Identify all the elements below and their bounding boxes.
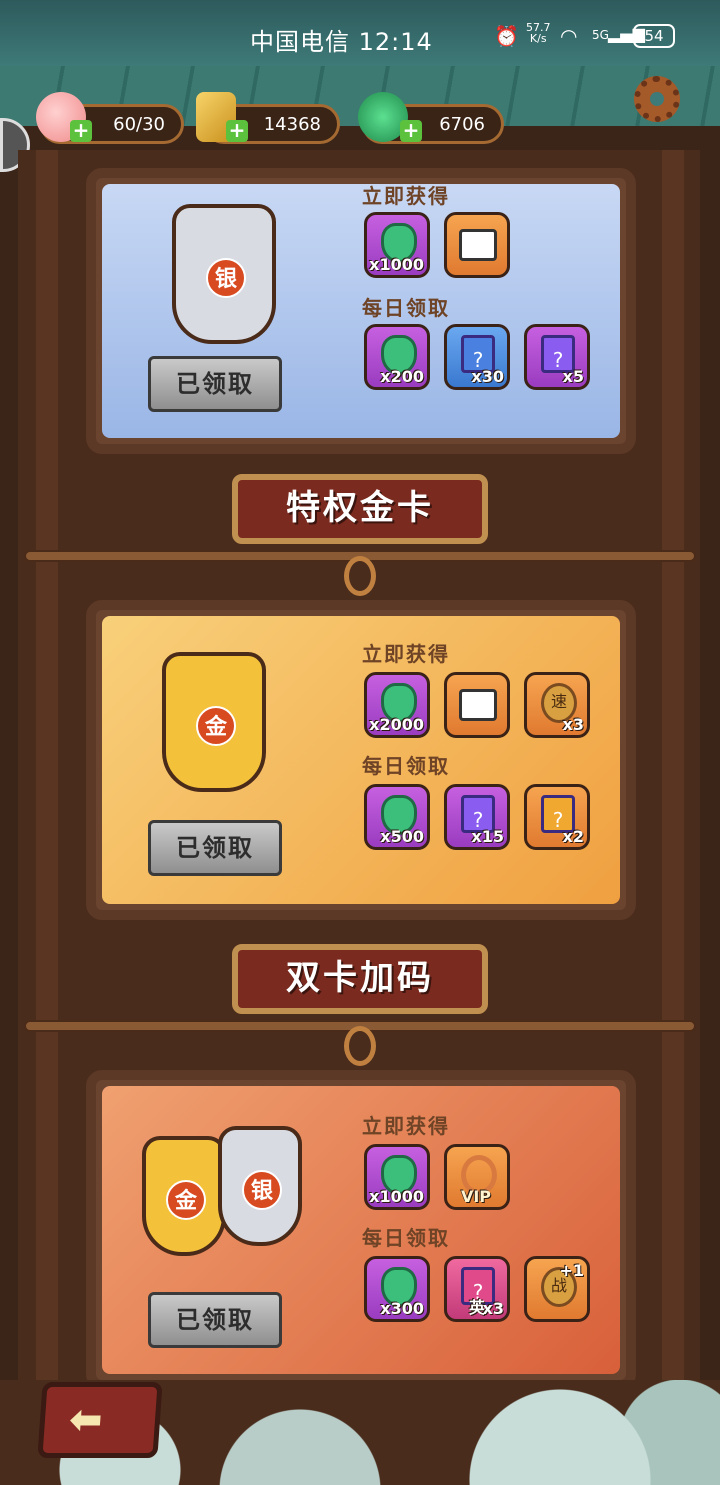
reward-jade-item[interactable]: x1000	[364, 1144, 430, 1210]
claimed-button[interactable]: 已领取	[148, 1292, 282, 1348]
banner-gold-card: 特权金卡	[232, 474, 488, 544]
daily-label: 每日领取	[362, 1226, 450, 1250]
daily-jade-item[interactable]: x500	[364, 784, 430, 850]
gold-tag-icon: 金	[162, 652, 266, 792]
silver-card-panel: 银 立即获得 x1000 每日领取 x200 ? x30 ? x5 已领取	[86, 168, 636, 454]
gold-card-panel: 金 立即获得 x2000 速 x3 每日领取 x500 ? x15 ? x2 已领取	[86, 600, 636, 920]
instant-label: 立即获得	[362, 642, 450, 666]
daily-hero-card-item[interactable]: ? 英 x3	[444, 1256, 510, 1322]
daily-jade-item[interactable]: x200	[364, 324, 430, 390]
battery-icon: 54	[633, 24, 675, 48]
silver-tag-icon: 银	[218, 1126, 302, 1246]
gold-tag-icon: 金	[142, 1136, 226, 1256]
daily-jade-item[interactable]: x300	[364, 1256, 430, 1322]
add-jade-button[interactable]: +	[400, 120, 422, 142]
claimed-button[interactable]: 已领取	[148, 356, 282, 412]
back-arrow-icon: ⬅	[67, 1397, 105, 1443]
double-card-panel: 金 银 立即获得 x1000 VIP 每日领取 x300 ? 英 x3 战 +1 已领…	[86, 1070, 636, 1390]
reward-vip-item[interactable]: VIP	[444, 1144, 510, 1210]
daily-battle-badge-item[interactable]: 战 +1	[524, 1256, 590, 1322]
instant-label: 立即获得	[362, 184, 450, 208]
claimed-button[interactable]: 已领取	[148, 820, 282, 876]
right-pillar	[662, 150, 684, 1450]
net-speed: 57.7 K/s	[526, 21, 551, 45]
add-stamina-button[interactable]: +	[70, 120, 92, 142]
alarm-icon: ⏰	[494, 24, 519, 48]
left-pillar	[36, 150, 58, 1450]
ring-hook	[344, 1026, 376, 1066]
add-gold-button[interactable]: +	[226, 120, 248, 142]
daily-gold-card-item[interactable]: ? x2	[524, 784, 590, 850]
daily-purple-card-item[interactable]: ? x15	[444, 784, 510, 850]
banner-double-card: 双卡加码	[232, 944, 488, 1014]
reward-speed-item[interactable]: 速 x3	[524, 672, 590, 738]
signal-label: 5G	[592, 28, 609, 42]
daily-purple-card-item[interactable]: ? x5	[524, 324, 590, 390]
instant-label: 立即获得	[362, 1114, 450, 1138]
reward-jade-item[interactable]: x1000	[364, 212, 430, 278]
settings-gear-icon[interactable]	[634, 76, 680, 122]
reward-ad-free-item[interactable]	[444, 212, 510, 278]
carrier-time: 中国电信 12:14	[250, 28, 433, 56]
ring-hook	[344, 556, 376, 596]
reward-ad-free-item[interactable]	[444, 672, 510, 738]
daily-blue-card-item[interactable]: ? x30	[444, 324, 510, 390]
back-button[interactable]: ⬅	[37, 1382, 163, 1458]
silver-tag-icon: 银	[172, 204, 276, 344]
reward-jade-item[interactable]: x2000	[364, 672, 430, 738]
daily-label: 每日领取	[362, 296, 450, 320]
daily-label: 每日领取	[362, 754, 450, 778]
wifi-icon: ◠	[560, 24, 578, 48]
status-bar: 中国电信 12:14 ⏰ 57.7 K/s ◠ 5G ▂▄▆ 54	[0, 0, 720, 66]
